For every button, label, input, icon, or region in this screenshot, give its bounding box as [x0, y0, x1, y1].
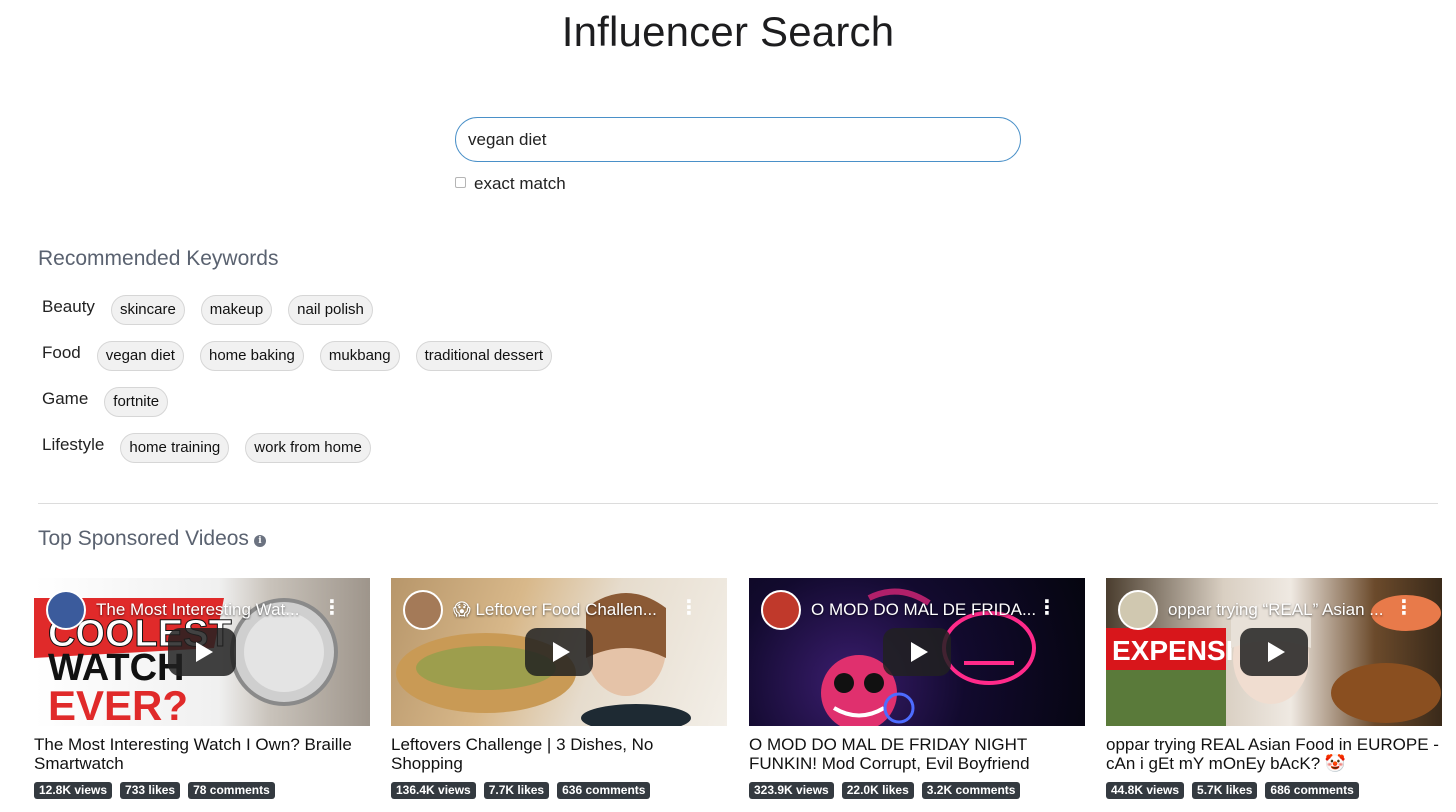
play-icon [1267, 642, 1285, 662]
keyword-chip[interactable]: vegan diet [96, 341, 184, 371]
keyword-chip[interactable]: fortnite [104, 387, 169, 417]
keyword-chip[interactable]: mukbang [319, 341, 400, 371]
video-card[interactable]: 😱 Leftover Food Challen... ⋮ Leftovers C… [391, 578, 727, 799]
comments-badge: 686 comments [1265, 782, 1359, 799]
play-icon [552, 642, 570, 662]
exact-match-option: exact match [455, 174, 566, 194]
keyword-category: Game [42, 389, 89, 408]
keyword-chip[interactable]: home baking [199, 341, 304, 371]
more-options-icon[interactable]: ⋮ [322, 598, 342, 618]
video-stats: 12.8K views 733 likes 78 comments [34, 782, 370, 799]
views-badge: 44.8K views [1106, 782, 1185, 799]
likes-badge: 22.0K likes [841, 782, 914, 799]
video-thumbnail[interactable]: COOLEST WATCH EVER? The Most Interesting… [34, 578, 370, 726]
comments-badge: 636 comments [557, 782, 651, 799]
comments-badge: 3.2K comments [921, 782, 1021, 799]
views-badge: 323.9K views [749, 782, 834, 799]
channel-avatar [761, 590, 801, 630]
top-sponsored-videos-label: Top Sponsored Videos [38, 527, 249, 550]
video-title[interactable]: The Most Interesting Watch I Own? Braill… [34, 735, 370, 773]
video-card[interactable]: COOLEST WATCH EVER? The Most Interesting… [34, 578, 370, 799]
page-title: Influencer Search [561, 8, 895, 55]
keyword-category: Food [42, 343, 81, 362]
likes-badge: 5.7K likes [1192, 782, 1258, 799]
exact-match-checkbox[interactable] [455, 176, 466, 188]
play-button[interactable] [883, 628, 951, 676]
keyword-category: Lifestyle [42, 435, 105, 454]
keyword-chip[interactable]: traditional dessert [415, 341, 553, 371]
keyword-category: Beauty [42, 297, 95, 316]
play-button[interactable] [1240, 628, 1308, 676]
video-stats: 44.8K views 5.7K likes 686 comments [1106, 782, 1442, 799]
video-card[interactable]: O MOD DO MAL DE FRIDA... ⋮ O MOD DO MAL … [749, 578, 1085, 799]
more-options-icon[interactable]: ⋮ [679, 598, 699, 618]
comments-badge: 78 comments [188, 782, 275, 799]
thumbnail-title: The Most Interesting Wat... [96, 600, 300, 619]
thumbnail-title: O MOD DO MAL DE FRIDA... [811, 600, 1037, 619]
keyword-group-lifestyle: Lifestyle home training work from home [42, 433, 387, 463]
keyword-chip[interactable]: work from home [245, 433, 371, 463]
thumbnail-title: 😱 Leftover Food Challen... [453, 600, 657, 619]
video-title[interactable]: O MOD DO MAL DE FRIDAY NIGHT FUNKIN! Mod… [749, 735, 1085, 773]
channel-avatar [1118, 590, 1158, 630]
play-icon [910, 642, 928, 662]
section-divider [38, 503, 1438, 504]
top-sponsored-videos-title: Top Sponsored Videos i [38, 527, 266, 551]
keyword-chip[interactable]: nail polish [288, 295, 373, 325]
keyword-group-game: Game fortnite [42, 387, 184, 417]
likes-badge: 7.7K likes [483, 782, 550, 799]
search-input[interactable] [455, 117, 1021, 162]
search-box [455, 117, 1021, 162]
video-stats: 136.4K views 7.7K likes 636 comments [391, 782, 727, 799]
video-stats: 323.9K views 22.0K likes 3.2K comments [749, 782, 1085, 799]
likes-badge: 733 likes [120, 782, 181, 799]
video-title[interactable]: oppar trying REAL Asian Food in EUROPE -… [1106, 735, 1442, 773]
keyword-chip[interactable]: skincare [110, 295, 185, 325]
video-card[interactable]: EXPENSIVE!! oppar trying “REAL” Asian ..… [1106, 578, 1442, 799]
video-thumbnail[interactable]: 😱 Leftover Food Challen... ⋮ [391, 578, 727, 726]
views-badge: 136.4K views [391, 782, 476, 799]
play-button[interactable] [525, 628, 593, 676]
keyword-chip[interactable]: home training [120, 433, 230, 463]
video-thumbnail[interactable]: EXPENSIVE!! oppar trying “REAL” Asian ..… [1106, 578, 1442, 726]
more-options-icon[interactable]: ⋮ [1394, 598, 1414, 618]
video-thumbnail[interactable]: O MOD DO MAL DE FRIDA... ⋮ [749, 578, 1085, 726]
info-icon[interactable]: i [253, 534, 266, 547]
views-badge: 12.8K views [34, 782, 113, 799]
keyword-chip[interactable]: makeup [200, 295, 273, 325]
recommended-keywords-title: Recommended Keywords [38, 247, 279, 270]
svg-text:EVER?: EVER? [48, 682, 188, 726]
channel-avatar [46, 590, 86, 630]
exact-match-label[interactable]: exact match [474, 174, 566, 194]
play-icon [195, 642, 213, 662]
video-title[interactable]: Leftovers Challenge | 3 Dishes, No Shopp… [391, 735, 727, 773]
keyword-group-food: Food vegan diet home baking mukbang trad… [42, 341, 568, 371]
play-button[interactable] [168, 628, 236, 676]
more-options-icon[interactable]: ⋮ [1037, 598, 1057, 618]
channel-avatar [403, 590, 443, 630]
keyword-group-beauty: Beauty skincare makeup nail polish [42, 295, 389, 325]
thumbnail-title: oppar trying “REAL” Asian ... [1168, 600, 1384, 619]
